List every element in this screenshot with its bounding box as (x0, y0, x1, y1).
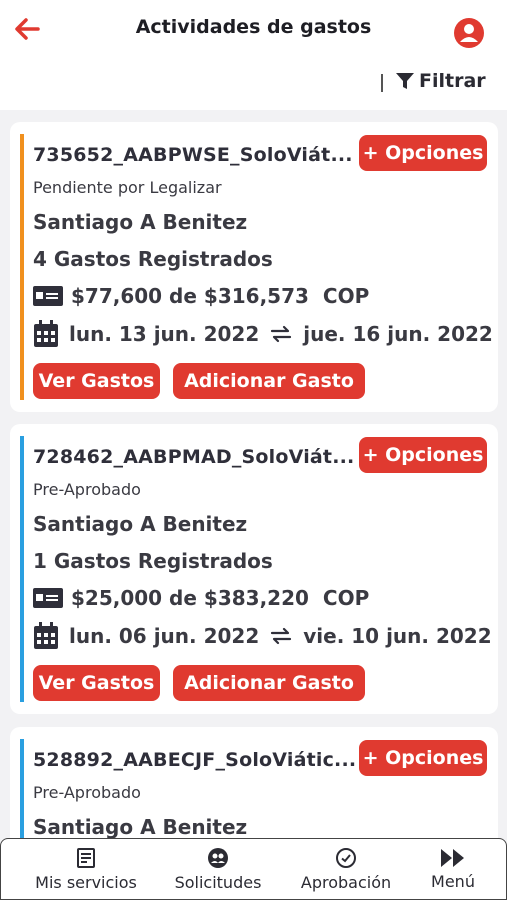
status-label: Pre-Aprobado (33, 783, 141, 802)
expense-card[interactable]: 728462_AABPMAD_SoloViát... + Opciones Pr… (10, 424, 498, 714)
status-label: Pre-Aprobado (33, 480, 141, 499)
filter-divider (381, 74, 383, 92)
activity-code: 735652_AABPWSE_SoloViát... (33, 144, 353, 166)
status-stripe (20, 436, 24, 702)
filter-icon (396, 73, 414, 89)
swap-icon (271, 627, 292, 645)
nav-item-aprobacion[interactable]: Aprobación (286, 839, 406, 899)
filter-button[interactable]: Filtrar (395, 70, 486, 92)
date-from: lun. 13 jun. 2022 (69, 322, 260, 346)
expense-card[interactable]: 735652_AABPWSE_SoloViát... + Opciones Pe… (10, 122, 498, 412)
amount-row: $25,000 de $383,220 COP (33, 586, 369, 610)
options-button[interactable]: + Opciones (359, 135, 487, 171)
swap-icon (271, 325, 292, 343)
view-expenses-button[interactable]: Ver Gastos (33, 363, 160, 399)
expense-count: 1 Gastos Registrados (33, 549, 273, 573)
options-button[interactable]: + Opciones (359, 740, 487, 776)
nav-label: Menú (431, 871, 475, 891)
options-button[interactable]: + Opciones (359, 437, 487, 473)
bottom-navigation: Mis servicios Solicitudes Aprobación Men… (0, 838, 507, 900)
currency-label: COP (322, 284, 370, 308)
add-expense-button[interactable]: Adicionar Gasto (173, 665, 365, 701)
amount-row: $77,600 de $316,573 COP (33, 284, 369, 308)
status-label: Pendiente por Legalizar (33, 178, 222, 197)
person-name: Santiago A Benitez (33, 210, 248, 234)
amount-value: $25,000 de $383,220 (71, 586, 309, 610)
user-icon (454, 18, 484, 48)
fast-forward-icon (441, 848, 464, 867)
calendar-icon (34, 320, 58, 347)
nav-label: Mis servicios (35, 872, 137, 892)
date-to: jue. 16 jun. 2022 (303, 322, 493, 346)
nav-label: Solicitudes (174, 872, 262, 892)
nav-item-mis-servicios[interactable]: Mis servicios (21, 839, 151, 899)
expense-count: 4 Gastos Registrados (33, 247, 273, 271)
date-range: lun. 06 jun. 2022 vie. 10 jun. 2022 (33, 622, 492, 650)
nav-item-solicitudes[interactable]: Solicitudes (156, 839, 280, 899)
people-icon (208, 847, 228, 868)
view-expenses-button[interactable]: Ver Gastos (33, 665, 160, 701)
date-to: vie. 10 jun. 2022 (303, 624, 492, 648)
filter-label: Filtrar (419, 70, 486, 92)
currency-label: COP (322, 586, 370, 610)
activity-code: 728462_AABPMAD_SoloViát... (33, 446, 355, 468)
person-name: Santiago A Benitez (33, 512, 248, 536)
activity-code: 528892_AABECJF_SoloViátic... (33, 749, 357, 771)
profile-button[interactable] (452, 16, 486, 50)
nav-label: Aprobación (300, 872, 392, 892)
app-header: Actividades de gastos Filtrar (0, 0, 507, 110)
document-icon (77, 847, 95, 868)
person-name: Santiago A Benitez (33, 815, 248, 839)
page-title: Actividades de gastos (135, 16, 372, 38)
nav-item-menu[interactable]: Menú (413, 839, 493, 899)
calendar-icon (34, 622, 58, 649)
add-expense-button[interactable]: Adicionar Gasto (173, 363, 365, 399)
status-stripe (20, 134, 24, 400)
date-from: lun. 06 jun. 2022 (69, 624, 260, 648)
check-circle-icon (336, 847, 356, 868)
date-range: lun. 13 jun. 2022 jue. 16 jun. 2022 (33, 320, 493, 348)
money-icon (33, 286, 63, 306)
amount-value: $77,600 de $316,573 (71, 284, 309, 308)
money-icon (33, 588, 63, 608)
